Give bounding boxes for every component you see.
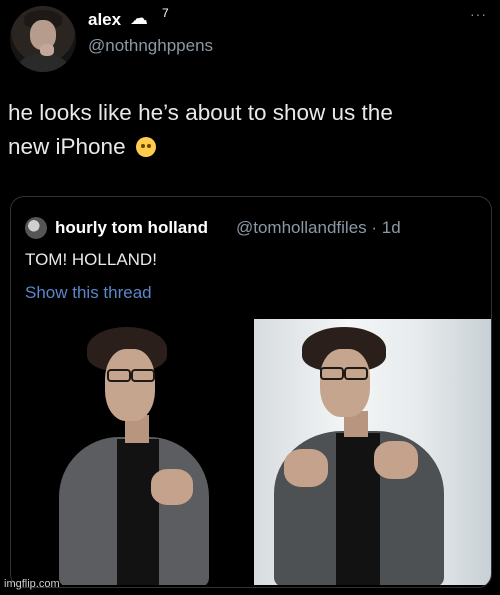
watermark: imgflip.com: [4, 578, 60, 590]
author-name[interactable]: alex: [88, 10, 121, 30]
quote-author-name[interactable]: hourly tom holland: [55, 218, 208, 238]
quote-text: TOM! HOLLAND!: [25, 250, 157, 269]
person-figure: [254, 319, 491, 585]
show-thread-link[interactable]: Show this thread: [25, 283, 152, 303]
status-count: 7: [162, 6, 169, 20]
tweet-text-line1: he looks like he’s about to show us the: [8, 100, 393, 125]
status-cloud-icon: ☁: [130, 8, 148, 28]
crying-face-emoji-icon: [135, 137, 156, 157]
tweet-text-line2: new iPhone: [8, 134, 126, 159]
author-handle[interactable]: @nothnghppens: [88, 36, 213, 56]
quoted-tweet[interactable]: hourly tom holland @tomhollandfiles · 1d…: [10, 196, 492, 588]
author-avatar[interactable]: [10, 6, 76, 72]
person-figure: [47, 319, 247, 585]
quote-author-handle-time[interactable]: @tomhollandfiles · 1d: [236, 218, 401, 238]
quote-photo-left[interactable]: [47, 319, 247, 585]
quote-author-avatar[interactable]: [25, 217, 47, 239]
quote-photo-right[interactable]: [254, 319, 491, 585]
more-options-icon[interactable]: ···: [470, 6, 487, 22]
tweet-text: he looks like he’s about to show us the …: [8, 96, 493, 164]
